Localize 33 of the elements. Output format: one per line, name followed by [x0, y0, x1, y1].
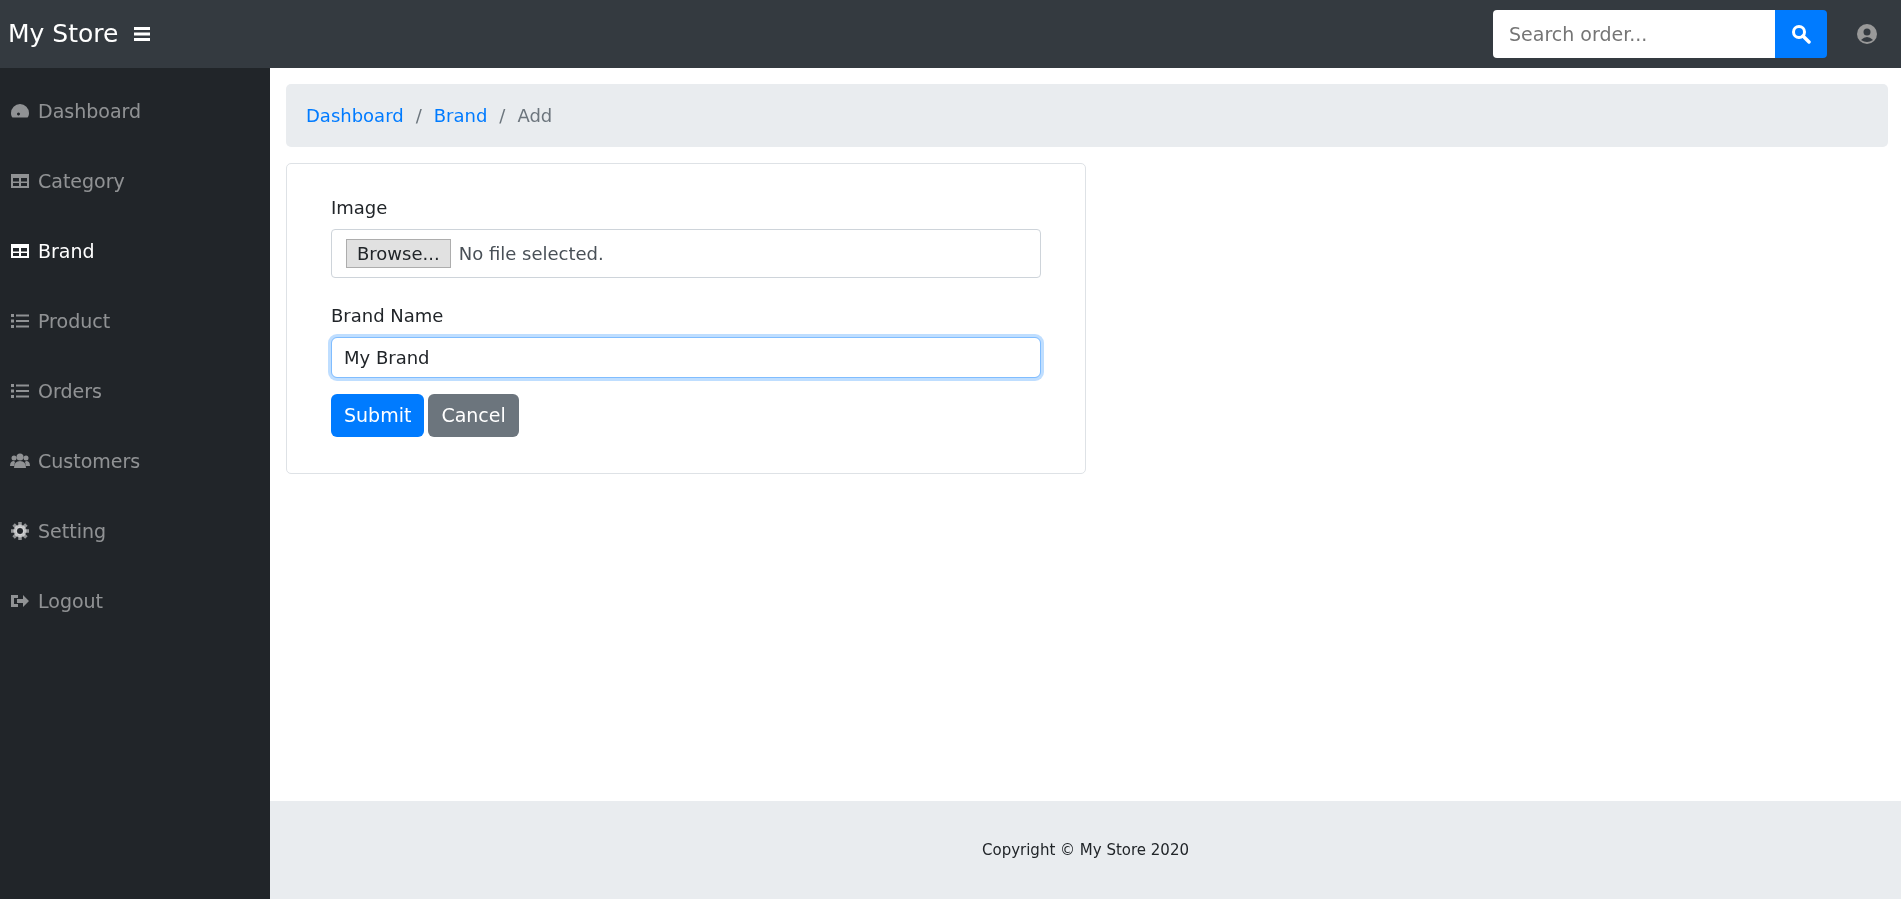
sidebar-item[interactable]: Product	[0, 286, 270, 356]
sidebar-item[interactable]: Dashboard	[0, 76, 270, 146]
breadcrumb-separator: /	[414, 104, 423, 128]
breadcrumb-link[interactable]: Dashboard	[306, 102, 404, 129]
gear-icon	[10, 521, 30, 541]
sidebar-item[interactable]: Category	[0, 146, 270, 216]
search-icon	[1791, 24, 1811, 44]
breadcrumb-current: Add	[517, 104, 553, 128]
field-label: Brand Name	[331, 304, 445, 328]
list-icon	[10, 311, 30, 331]
user-icon[interactable]	[1857, 24, 1877, 44]
submit-button[interactable]: Submit	[331, 394, 425, 437]
table-icon	[10, 171, 30, 191]
cancel-button[interactable]: Cancel	[428, 394, 519, 437]
breadcrumb-link[interactable]: Brand	[433, 102, 488, 129]
table-icon	[10, 241, 30, 261]
sidebar-item[interactable]: Customers	[0, 426, 270, 496]
list-icon	[10, 381, 30, 401]
sidebar-item[interactable]: Brand	[0, 216, 270, 286]
sidebar-item[interactable]: Orders	[0, 356, 270, 426]
sidebar-item[interactable]: Logout	[0, 566, 270, 636]
breadcrumb-separator: /	[498, 104, 507, 128]
brand-name-field[interactable]: My Brand	[331, 337, 1041, 378]
menu-icon[interactable]	[134, 26, 151, 42]
search-button[interactable]	[1775, 10, 1827, 58]
users-icon	[10, 451, 30, 471]
search-field[interactable]: Search order...	[1493, 10, 1775, 58]
app-title: My Store	[8, 18, 119, 51]
sidebar-item[interactable]: Setting	[0, 496, 270, 566]
field-label: Image	[331, 196, 389, 220]
file-input[interactable]: Browse... No file selected.	[331, 229, 1041, 278]
gauge-icon	[10, 101, 30, 121]
copyright-text: Copyright © My Store 2020	[982, 839, 1189, 861]
